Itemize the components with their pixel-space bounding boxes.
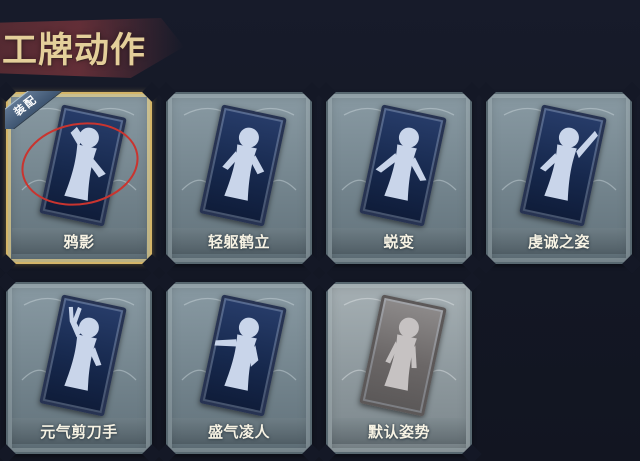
card-label: 默认姿势 xyxy=(367,423,430,441)
emote-card-1[interactable]: 鸦影 装配 xyxy=(0,82,162,274)
emote-card-5[interactable]: 元气剪刀手 xyxy=(0,272,162,461)
emote-card-3[interactable]: 蜕变 xyxy=(316,82,482,274)
equipped-badge-label: 装配 xyxy=(5,91,63,129)
emote-card-4[interactable]: 虔诚之姿 xyxy=(476,82,640,274)
page-title: 工牌动作 xyxy=(2,31,147,71)
emote-card-6[interactable]: 盛气凌人 xyxy=(156,272,322,461)
highlight-circle-icon xyxy=(21,122,139,206)
emote-card-7[interactable]: 默认姿势 xyxy=(316,272,482,461)
card-label: 元气剪刀手 xyxy=(40,423,118,441)
card-label: 蜕变 xyxy=(383,233,415,251)
emote-card-panel: 工牌动作 鸦影 装配 轻躯鹤立 蜕变 虔诚之姿 元气剪刀手 盛气凌人 默认姿势 xyxy=(0,0,640,461)
card-label: 轻躯鹤立 xyxy=(207,233,270,251)
card-label: 虔诚之姿 xyxy=(527,233,590,251)
card-label: 盛气凌人 xyxy=(207,423,270,441)
equipped-badge: 装配 xyxy=(5,91,63,129)
card-label: 鸦影 xyxy=(63,233,95,251)
section-header: 工牌动作 xyxy=(0,10,205,78)
emote-card-2[interactable]: 轻躯鹤立 xyxy=(156,82,322,274)
